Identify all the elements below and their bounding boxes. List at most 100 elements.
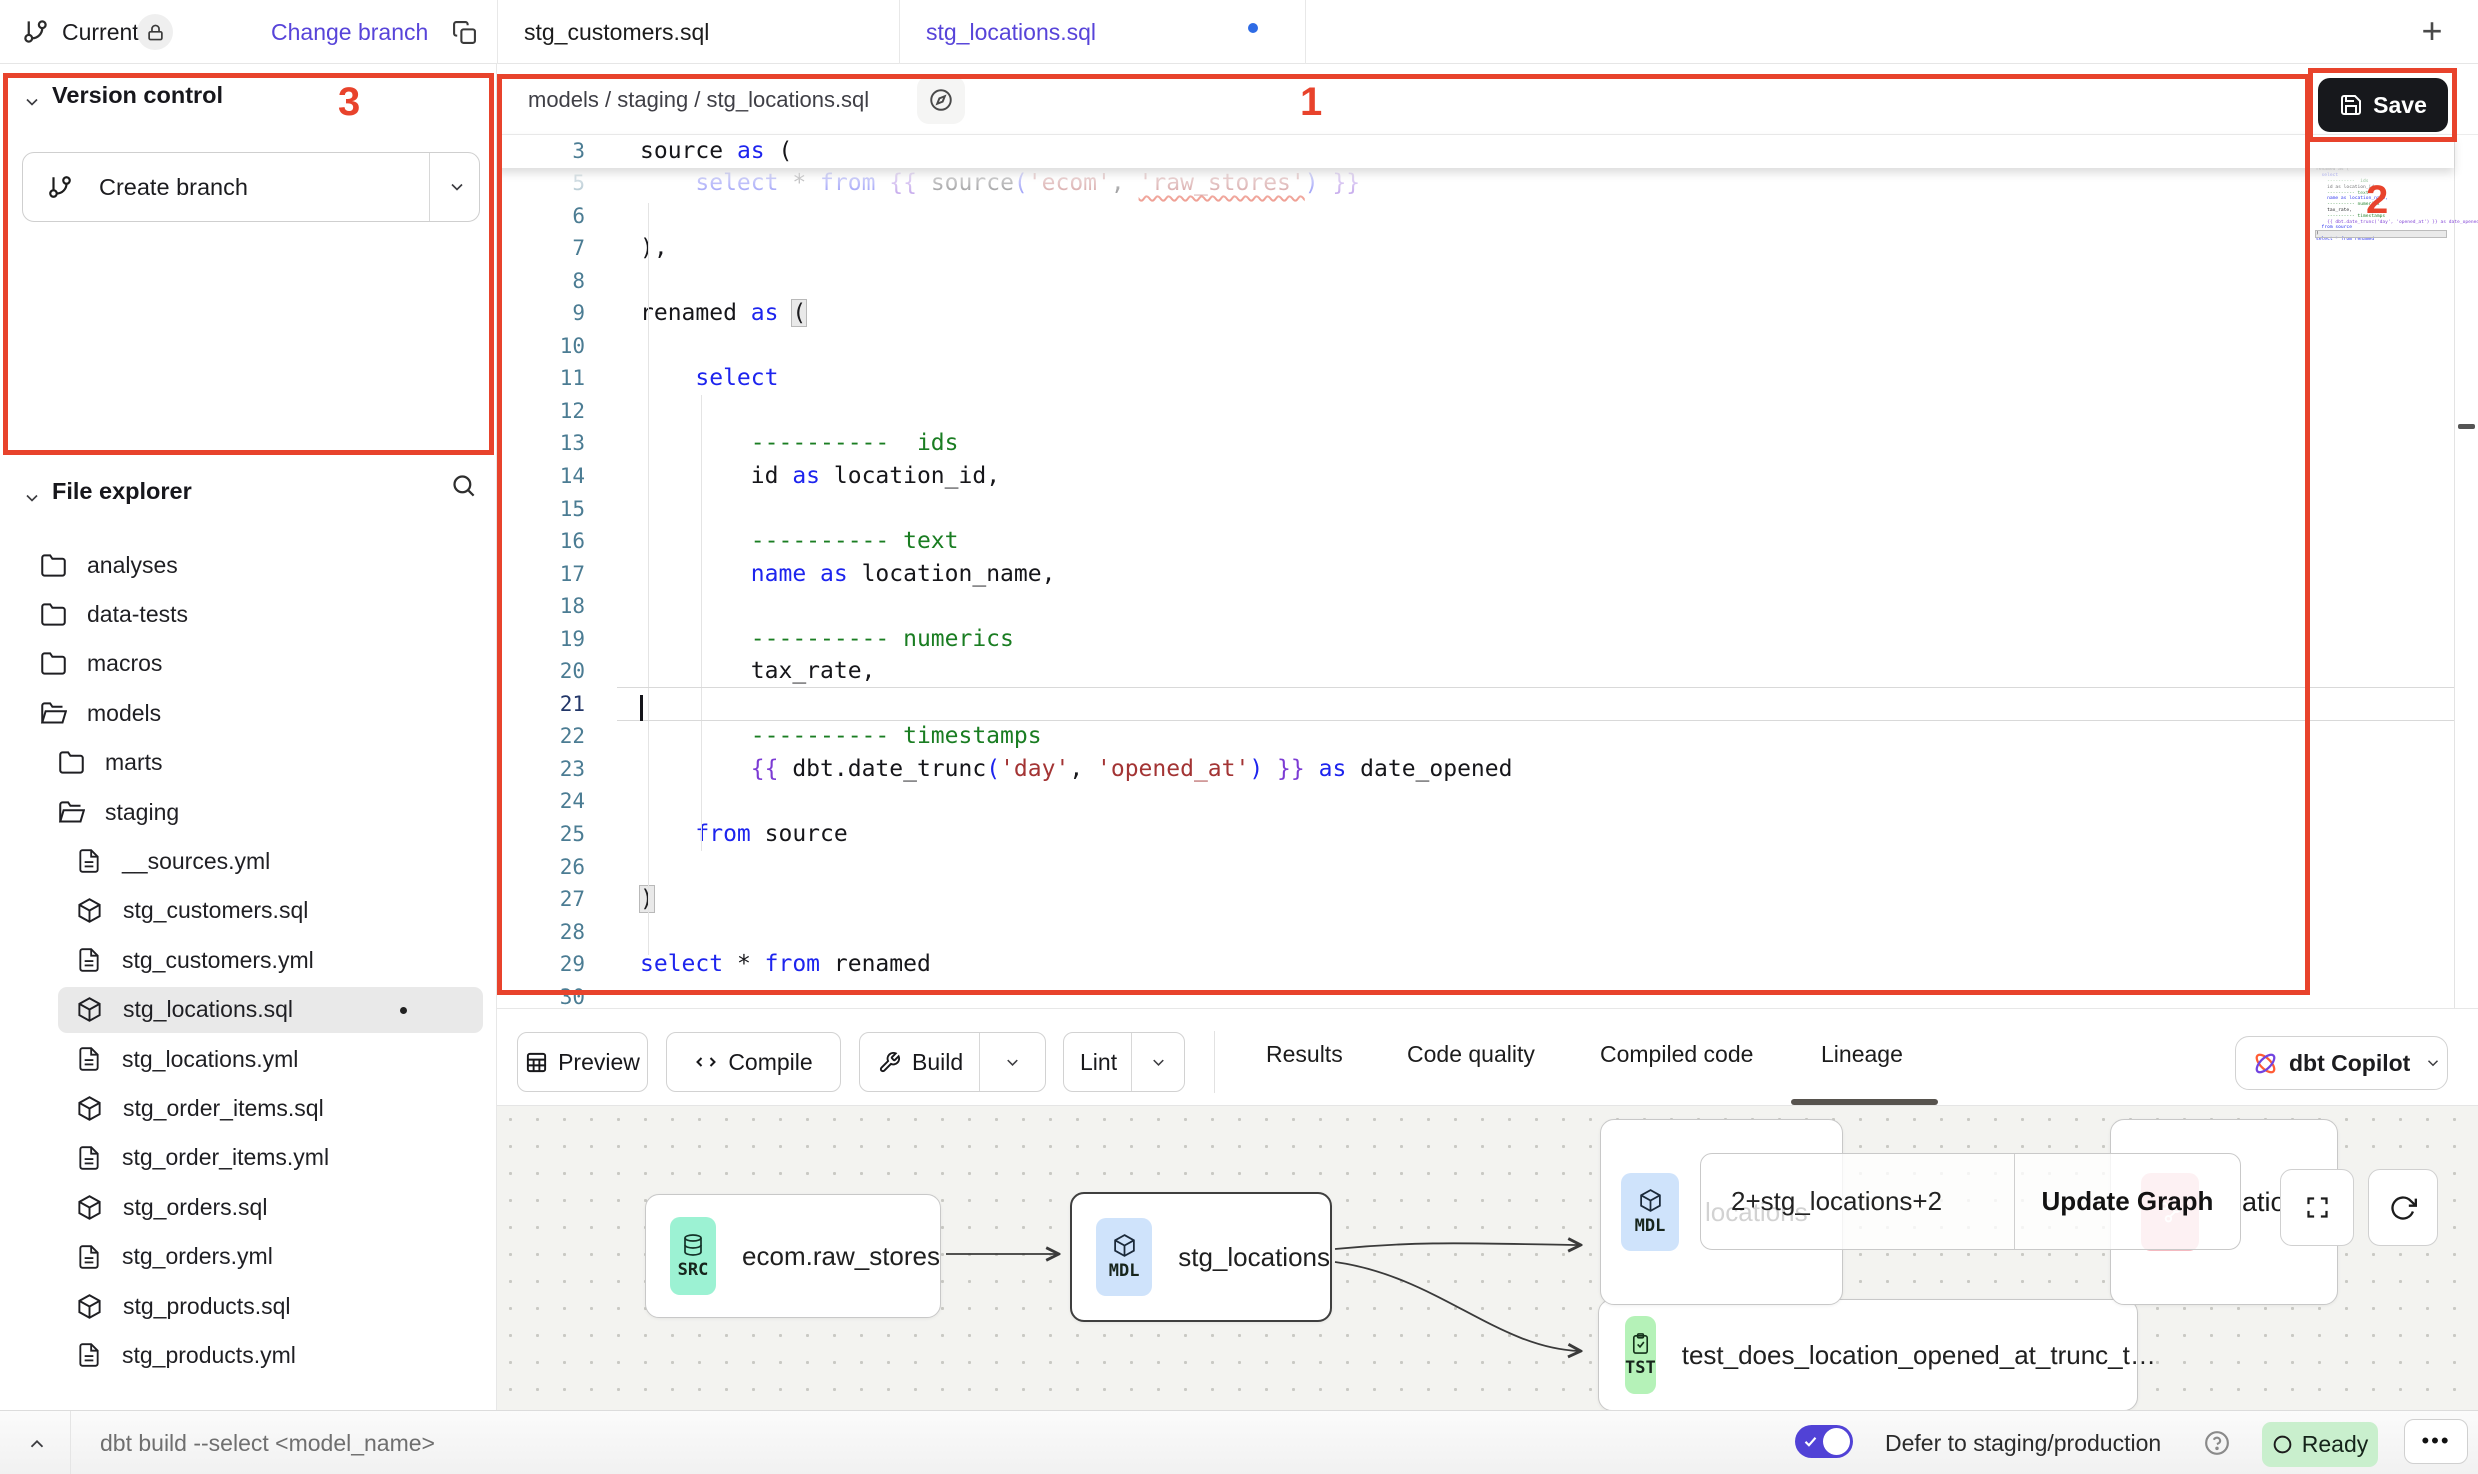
code-line-13[interactable]: 13 ---------- ids	[497, 427, 2454, 460]
compile-button[interactable]: Compile	[666, 1032, 841, 1092]
status-badge: Ready	[2262, 1422, 2378, 1467]
scrollbar-handle[interactable]	[2458, 424, 2475, 429]
current-line-border	[617, 720, 2454, 721]
code-line-6[interactable]: 6	[497, 200, 2454, 233]
file-row-stg-order-items-yml[interactable]: stg_order_items.yml	[32, 1135, 483, 1181]
code-line-18[interactable]: 18	[497, 590, 2454, 623]
code-editor[interactable]: models / staging / stg_locations.sql 5 s…	[497, 64, 2478, 1008]
code-line-29[interactable]: 29select * from renamed	[497, 948, 2454, 981]
model-icon	[76, 996, 103, 1023]
check-icon	[1803, 1434, 1818, 1449]
file-row-stg-orders-yml[interactable]: stg_orders.yml	[32, 1234, 483, 1280]
code-line-16[interactable]: 16 ---------- text	[497, 525, 2454, 558]
command-input[interactable]: dbt build --select <model_name>	[100, 1411, 435, 1474]
code-line-10[interactable]: 10	[497, 330, 2454, 363]
dbt-copilot-button[interactable]: dbt Copilot	[2235, 1036, 2448, 1090]
file-row-macros[interactable]: macros	[32, 641, 483, 687]
tab-code-quality[interactable]: Code quality	[1407, 1009, 1535, 1100]
file-name: data-tests	[87, 601, 188, 628]
chevron-up-icon[interactable]	[26, 1433, 48, 1460]
file-icon	[76, 1342, 102, 1368]
file-row-stg-order-items-sql[interactable]: stg_order_items.sql	[32, 1085, 483, 1131]
file-name: __sources.yml	[122, 848, 270, 875]
code-line-25[interactable]: 25 from source	[497, 818, 2454, 851]
lineage-node-stg-locations[interactable]: MDL stg_locations	[1070, 1192, 1332, 1322]
code-line-12[interactable]: 12	[497, 395, 2454, 428]
file-name: stg_products.sql	[123, 1293, 290, 1320]
code-line-24[interactable]: 24	[497, 785, 2454, 818]
code-line-8[interactable]: 8	[497, 265, 2454, 298]
file-row-stg-locations-yml[interactable]: stg_locations.yml	[32, 1036, 483, 1082]
file-name: staging	[105, 799, 179, 826]
chevron-down-icon[interactable]	[980, 1053, 1045, 1072]
tab-compiled-code[interactable]: Compiled code	[1600, 1009, 1753, 1100]
code-line-17[interactable]: 17 name as location_name,	[497, 558, 2454, 591]
model-icon	[76, 1293, 103, 1320]
code-line-14[interactable]: 14 id as location_id,	[497, 460, 2454, 493]
code-line-27[interactable]: 27)	[497, 883, 2454, 916]
tab-results[interactable]: Results	[1266, 1009, 1343, 1100]
folder-open-icon	[40, 700, 67, 727]
code-line-26[interactable]: 26	[497, 851, 2454, 884]
clipped-node-label: atio	[2242, 1187, 2286, 1218]
file-row-stg-locations-sql[interactable]: stg_locations.sql	[32, 987, 483, 1033]
build-button[interactable]: Build	[859, 1032, 1046, 1092]
save-label: Save	[2373, 92, 2427, 119]
code-line-11[interactable]: 11 select	[497, 362, 2454, 395]
indent-guide	[701, 395, 702, 851]
code-line-21[interactable]: 21	[497, 688, 2454, 721]
save-button[interactable]: Save	[2318, 78, 2448, 132]
file-row-models[interactable]: models	[32, 690, 483, 736]
lineage-node-ecom-raw-stores[interactable]: SRC ecom.raw_stores	[645, 1194, 941, 1318]
code-line-22[interactable]: 22 ---------- timestamps	[497, 720, 2454, 753]
file-row-staging[interactable]: staging	[32, 789, 483, 835]
model-badge: MDL	[1096, 1218, 1152, 1296]
file-row-analyses[interactable]: analyses	[32, 542, 483, 588]
file-row-stg-products-sql[interactable]: stg_products.sql	[32, 1283, 483, 1329]
code-line-30[interactable]: 30	[497, 981, 2454, 1008]
code-line-19[interactable]: 19 ---------- numerics	[497, 623, 2454, 656]
file-row-data-tests[interactable]: data-tests	[32, 591, 483, 637]
code-line-20[interactable]: 20 tax_rate,	[497, 655, 2454, 688]
preview-label: Preview	[558, 1049, 640, 1076]
table-icon	[525, 1051, 548, 1074]
tab-stg-locations[interactable]: stg_locations.sql	[926, 0, 1096, 64]
save-icon	[2339, 93, 2363, 117]
new-tab-button[interactable]: +	[2406, 6, 2458, 58]
code-line-28[interactable]: 28	[497, 916, 2454, 949]
file-name: stg_products.yml	[122, 1342, 296, 1369]
tab-lineage[interactable]: Lineage	[1821, 1009, 1903, 1100]
file-row-stg-customers-yml[interactable]: stg_customers.yml	[32, 937, 483, 983]
file-row-stg-customers-sql[interactable]: stg_customers.sql	[32, 888, 483, 934]
defer-toggle[interactable]	[1795, 1425, 1853, 1458]
copy-icon[interactable]	[452, 20, 477, 50]
lint-button[interactable]: Lint	[1063, 1032, 1185, 1092]
model-icon	[76, 1095, 103, 1122]
lineage-filter-input[interactable]: 2+stg_locations+2	[1701, 1186, 2014, 1217]
file-row-marts[interactable]: marts	[32, 740, 483, 786]
fullscreen-button[interactable]	[2280, 1169, 2354, 1246]
lineage-compass-icon[interactable]	[917, 76, 965, 124]
code-line-15[interactable]: 15	[497, 493, 2454, 526]
file-row-stg-products-yml[interactable]: stg_products.yml	[32, 1332, 483, 1378]
help-icon[interactable]	[2204, 1430, 2230, 1461]
toggle-knob	[1823, 1428, 1850, 1455]
code-line-9[interactable]: 9renamed as (	[497, 297, 2454, 330]
refresh-button[interactable]	[2368, 1169, 2438, 1246]
model-icon	[76, 897, 103, 924]
chevron-down-icon[interactable]	[1132, 1053, 1184, 1072]
file-name: macros	[87, 650, 162, 677]
change-branch-button[interactable]: Change branch	[271, 0, 428, 64]
file-row--sources-yml[interactable]: __sources.yml	[32, 838, 483, 884]
tab-stg-customers[interactable]: stg_customers.sql	[524, 0, 709, 64]
code-line-23[interactable]: 23 {{ dbt.date_trunc('day', 'opened_at')…	[497, 753, 2454, 786]
sidebar: Version control Create branch File explo…	[0, 64, 497, 1410]
more-options-button[interactable]: •••	[2404, 1419, 2468, 1464]
file-row-stg-orders-sql[interactable]: stg_orders.sql	[32, 1184, 483, 1230]
code-line-7[interactable]: 7),	[497, 232, 2454, 265]
ready-label: Ready	[2302, 1431, 2368, 1458]
preview-button[interactable]: Preview	[517, 1032, 648, 1092]
file-icon	[76, 1145, 102, 1171]
lineage-node-test[interactable]: TST test_does_location_opened_at_trunc_t…	[1598, 1299, 2138, 1410]
update-graph-button[interactable]: Update Graph	[2015, 1186, 2240, 1217]
